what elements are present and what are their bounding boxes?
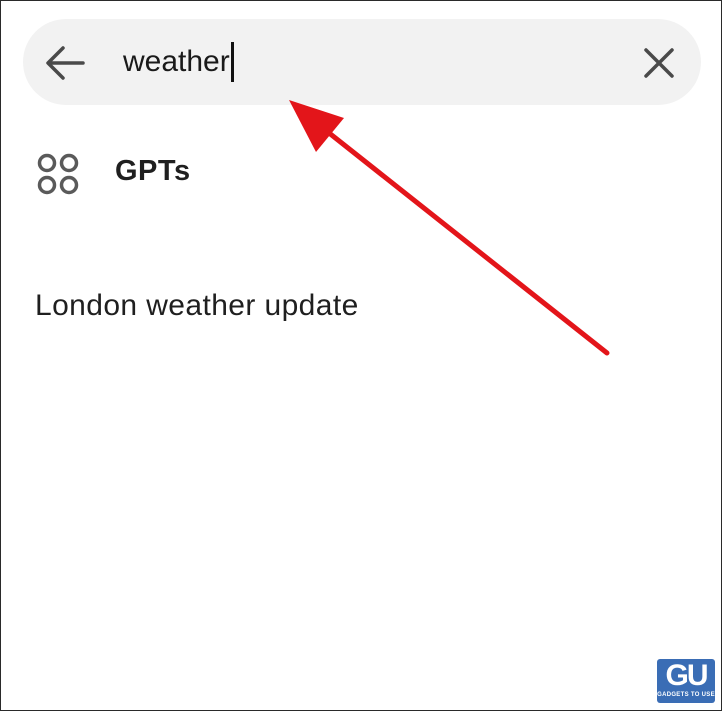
close-icon xyxy=(644,48,674,78)
gpts-label: GPTs xyxy=(115,155,191,187)
search-query-text: weather xyxy=(123,45,230,78)
back-button[interactable] xyxy=(43,41,87,85)
arrow-left-icon xyxy=(46,46,85,80)
annotation-arrow xyxy=(289,100,610,356)
watermark-logo-mark: GU xyxy=(665,659,709,692)
watermark-logo: GU GADGETS TO USE xyxy=(657,659,715,703)
watermark-text: GADGETS TO USE xyxy=(657,692,715,698)
text-cursor xyxy=(230,42,234,82)
app-screen: weather GPTs London weather update GU GA… xyxy=(0,0,722,711)
grid-circles-icon xyxy=(37,153,79,195)
search-input[interactable]: weather xyxy=(123,39,583,85)
suggestion-item[interactable]: London weather update xyxy=(35,289,359,323)
gpts-result-item[interactable]: GPTs xyxy=(23,139,623,209)
clear-search-button[interactable] xyxy=(639,43,679,83)
